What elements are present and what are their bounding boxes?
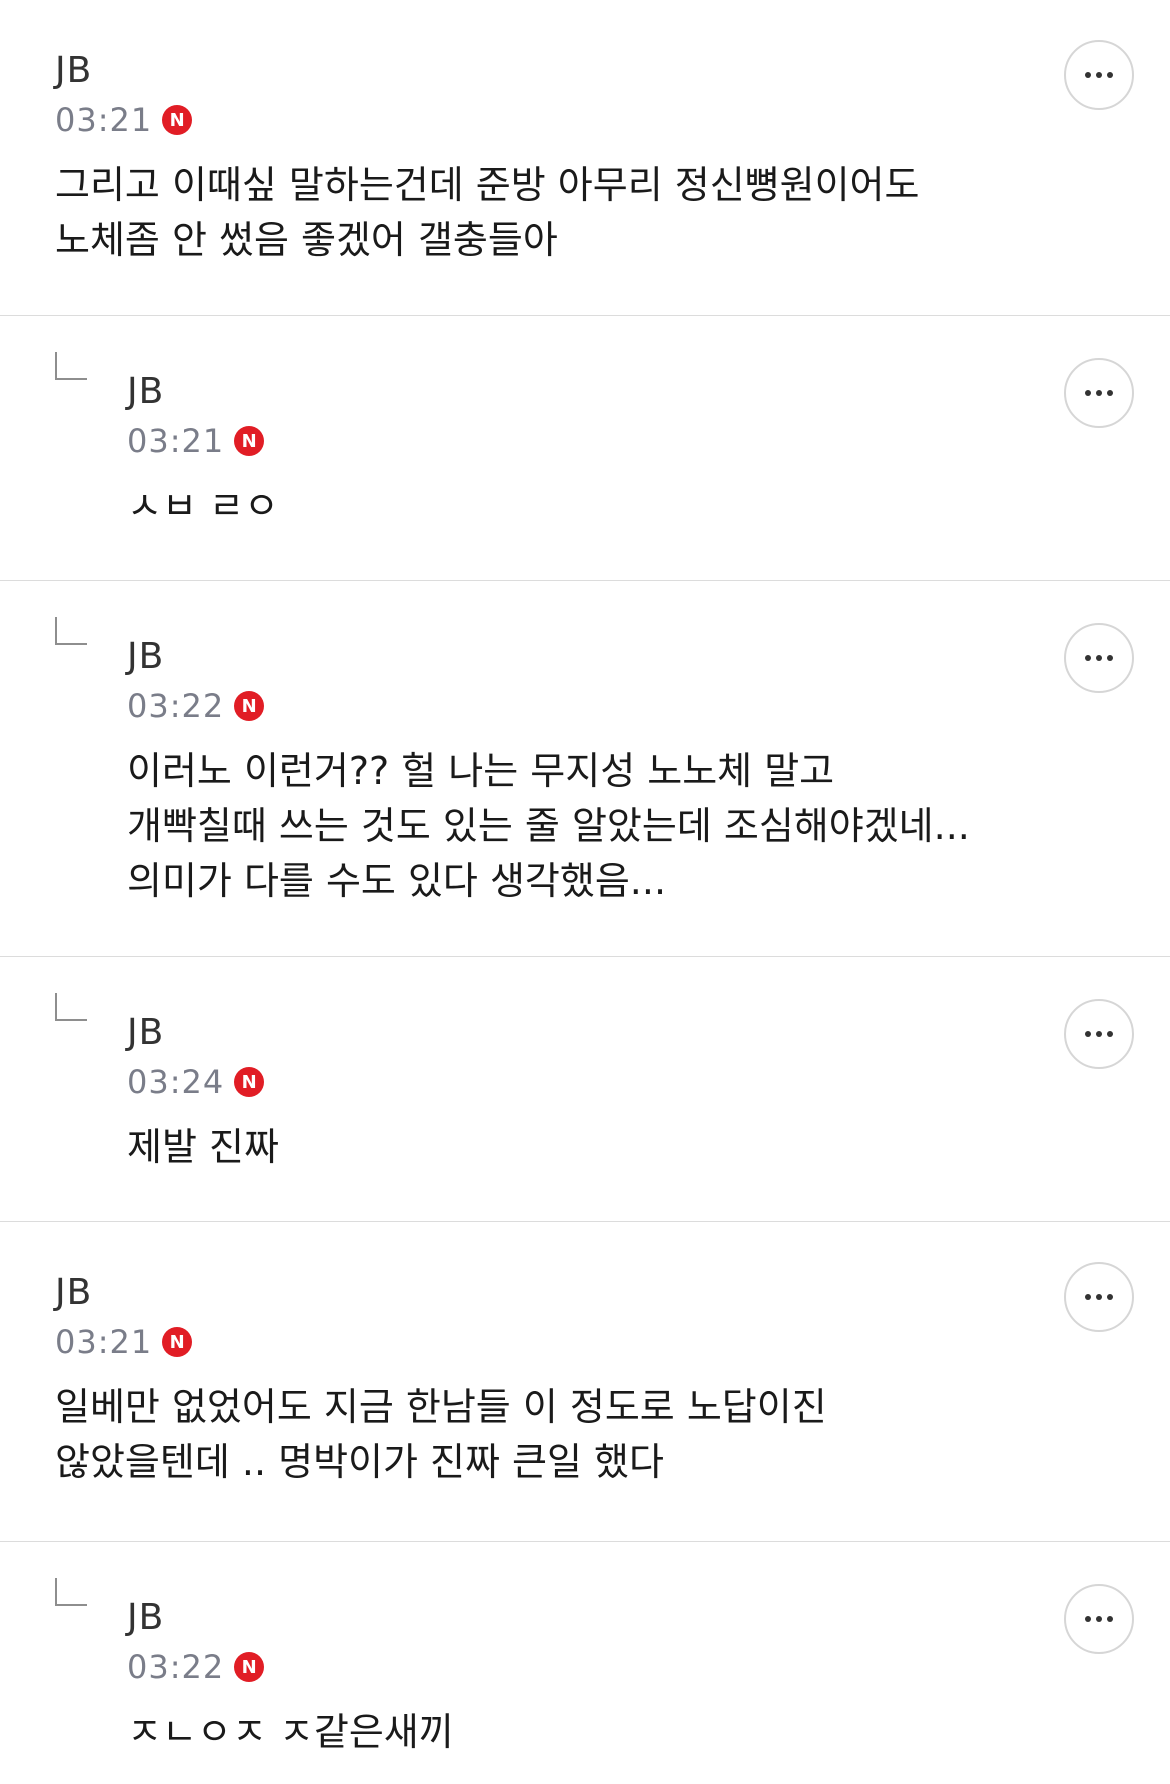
more-options-button[interactable] bbox=[1064, 358, 1134, 428]
comment-text: ㅈㄴㅇㅈ ㅈ같은새끼 bbox=[127, 1710, 454, 1754]
reply-arrow-icon bbox=[55, 352, 87, 380]
comment-time: 03:22 bbox=[127, 1648, 225, 1686]
more-options-button[interactable] bbox=[1064, 623, 1134, 693]
comment-author[interactable]: JB bbox=[127, 1012, 970, 1054]
comment-meta: 03:24 N bbox=[127, 1062, 970, 1102]
comment-meta: 03:21 N bbox=[55, 100, 970, 140]
comment-meta: 03:21 N bbox=[55, 1322, 970, 1362]
reply-arrow-icon bbox=[55, 993, 87, 1021]
comment-author[interactable]: JB bbox=[127, 636, 970, 678]
comment-author[interactable]: JB bbox=[127, 371, 970, 413]
comment-meta: 03:22 N bbox=[127, 686, 970, 726]
more-horizontal-icon bbox=[1085, 655, 1091, 661]
more-options-button[interactable] bbox=[1064, 999, 1134, 1069]
more-options-button[interactable] bbox=[1064, 1584, 1134, 1654]
more-horizontal-icon bbox=[1085, 72, 1091, 78]
new-badge-icon: N bbox=[234, 426, 265, 456]
more-horizontal-icon bbox=[1085, 1616, 1091, 1622]
comment-text: 이러노 이런거?? 헐 나는 무지성 노노체 말고 개빡칠때 쓰는 것도 있는 … bbox=[127, 749, 982, 903]
new-badge-icon: N bbox=[162, 1327, 193, 1357]
reply-item: JB 03:22 N 이러노 이런거?? 헐 나는 무지성 노노체 말고 개빡칠… bbox=[0, 581, 1170, 957]
more-horizontal-icon bbox=[1085, 1031, 1091, 1037]
comment-text: 일베만 없었어도 지금 한남들 이 정도로 노답이진 않았을텐데 .. 명박이가… bbox=[55, 1385, 839, 1484]
new-badge-icon: N bbox=[162, 105, 193, 135]
reply-item: JB 03:24 N 제발 진짜 bbox=[0, 957, 1170, 1222]
comment-author[interactable]: JB bbox=[127, 1597, 970, 1639]
comment-list: JB 03:21 N 그리고 이때싶 말하는건데 준방 아무리 정신뼝원이어도 … bbox=[0, 0, 1170, 1784]
comment-time: 03:22 bbox=[127, 687, 225, 725]
comment-time: 03:24 bbox=[127, 1063, 225, 1101]
comment-time: 03:21 bbox=[55, 1323, 153, 1361]
comment-author[interactable]: JB bbox=[55, 50, 970, 92]
comment-item: JB 03:21 N 그리고 이때싶 말하는건데 준방 아무리 정신뼝원이어도 … bbox=[0, 0, 1170, 316]
comment-meta: 03:22 N bbox=[127, 1647, 970, 1687]
more-horizontal-icon bbox=[1085, 390, 1091, 396]
comment-meta: 03:21 N bbox=[127, 421, 970, 461]
comment-item: JB 03:21 N 일베만 없었어도 지금 한남들 이 정도로 노답이진 않았… bbox=[0, 1222, 1170, 1542]
comment-time: 03:21 bbox=[127, 422, 225, 460]
comment-time: 03:21 bbox=[55, 101, 153, 139]
reply-item: JB 03:22 N ㅈㄴㅇㅈ ㅈ같은새끼 bbox=[0, 1542, 1170, 1784]
comment-text: 그리고 이때싶 말하는건데 준방 아무리 정신뼝원이어도 노체좀 안 썼음 좋겠… bbox=[55, 163, 932, 262]
more-horizontal-icon bbox=[1085, 1294, 1091, 1300]
reply-item: JB 03:21 N ㅅㅂ ㄹㅇ bbox=[0, 316, 1170, 581]
new-badge-icon: N bbox=[234, 1067, 265, 1097]
new-badge-icon: N bbox=[234, 691, 265, 721]
reply-arrow-icon bbox=[55, 1578, 87, 1606]
comment-author[interactable]: JB bbox=[55, 1272, 970, 1314]
comment-text: 제발 진짜 bbox=[127, 1125, 279, 1169]
new-badge-icon: N bbox=[234, 1652, 265, 1682]
more-options-button[interactable] bbox=[1064, 1262, 1134, 1332]
comment-text: ㅅㅂ ㄹㅇ bbox=[127, 484, 279, 528]
reply-arrow-icon bbox=[55, 617, 87, 645]
more-options-button[interactable] bbox=[1064, 40, 1134, 110]
